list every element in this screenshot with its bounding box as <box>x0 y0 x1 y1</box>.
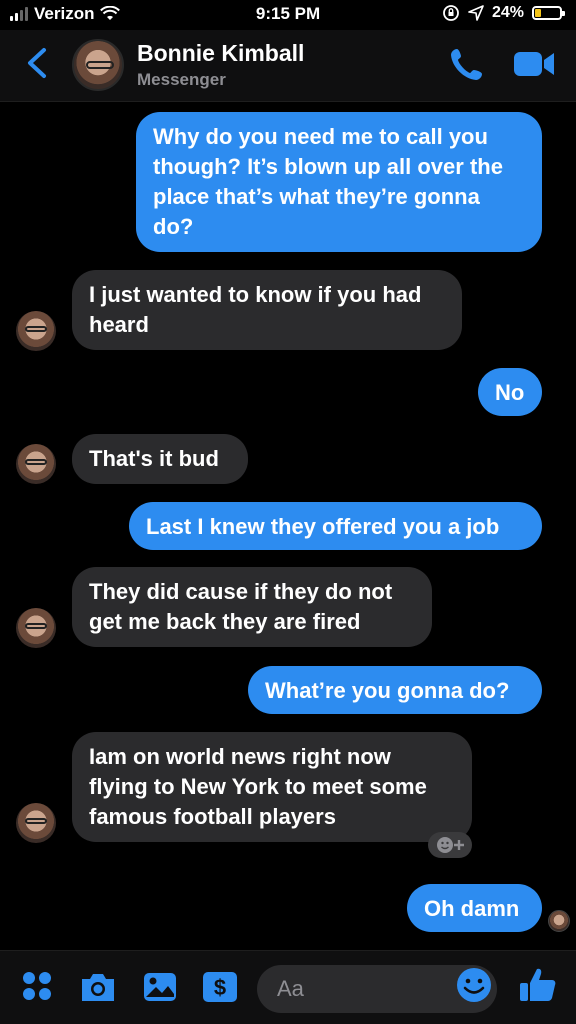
svg-text:$: $ <box>214 975 226 1000</box>
emoji-icon[interactable] <box>455 966 493 1004</box>
message-outgoing[interactable]: Oh damn <box>407 884 542 932</box>
battery-percent: 24% <box>491 4 524 21</box>
message-input[interactable] <box>277 976 437 1002</box>
camera-icon[interactable] <box>78 967 118 1007</box>
lock-rotation-icon <box>443 5 459 21</box>
thumbs-up-icon[interactable] <box>518 965 558 1005</box>
status-right: 24% <box>442 4 565 22</box>
grid-dots-icon[interactable] <box>18 967 58 1007</box>
phone-call-icon[interactable] <box>449 46 485 82</box>
message-incoming[interactable]: They did cause if they do not get me bac… <box>72 567 432 647</box>
message-incoming[interactable]: Iam on world news right now flying to Ne… <box>72 732 472 842</box>
video-call-icon[interactable] <box>514 50 556 78</box>
message-outgoing[interactable]: What’re you gonna do? <box>248 666 542 714</box>
sender-avatar[interactable] <box>16 444 56 484</box>
contact-avatar[interactable] <box>72 39 124 91</box>
back-chevron-icon[interactable] <box>22 46 52 80</box>
battery-icon <box>532 6 565 20</box>
sender-avatar[interactable] <box>16 311 56 351</box>
smiley-plus-icon <box>437 837 464 853</box>
add-reaction-button[interactable] <box>428 832 472 858</box>
seen-receipt-avatar <box>548 910 570 932</box>
image-icon[interactable] <box>140 967 180 1007</box>
status-bar: Verizon 9:15 PM 24% <box>0 0 576 30</box>
dollar-icon[interactable]: $ <box>200 967 240 1007</box>
message-incoming[interactable]: That's it bud <box>72 434 248 484</box>
message-outgoing[interactable]: Why do you need me to call you though? I… <box>136 112 542 252</box>
contact-subtitle: Messenger <box>137 70 226 89</box>
conversation-header: Bonnie Kimball Messenger <box>0 30 576 102</box>
location-icon <box>468 5 484 21</box>
sender-avatar[interactable] <box>16 608 56 648</box>
message-outgoing[interactable]: Last I knew they offered you a job <box>129 502 542 550</box>
contact-name[interactable]: Bonnie Kimball <box>137 40 304 67</box>
sender-avatar[interactable] <box>16 803 56 843</box>
message-outgoing[interactable]: No <box>478 368 542 416</box>
message-incoming[interactable]: I just wanted to know if you had heard <box>72 270 462 350</box>
